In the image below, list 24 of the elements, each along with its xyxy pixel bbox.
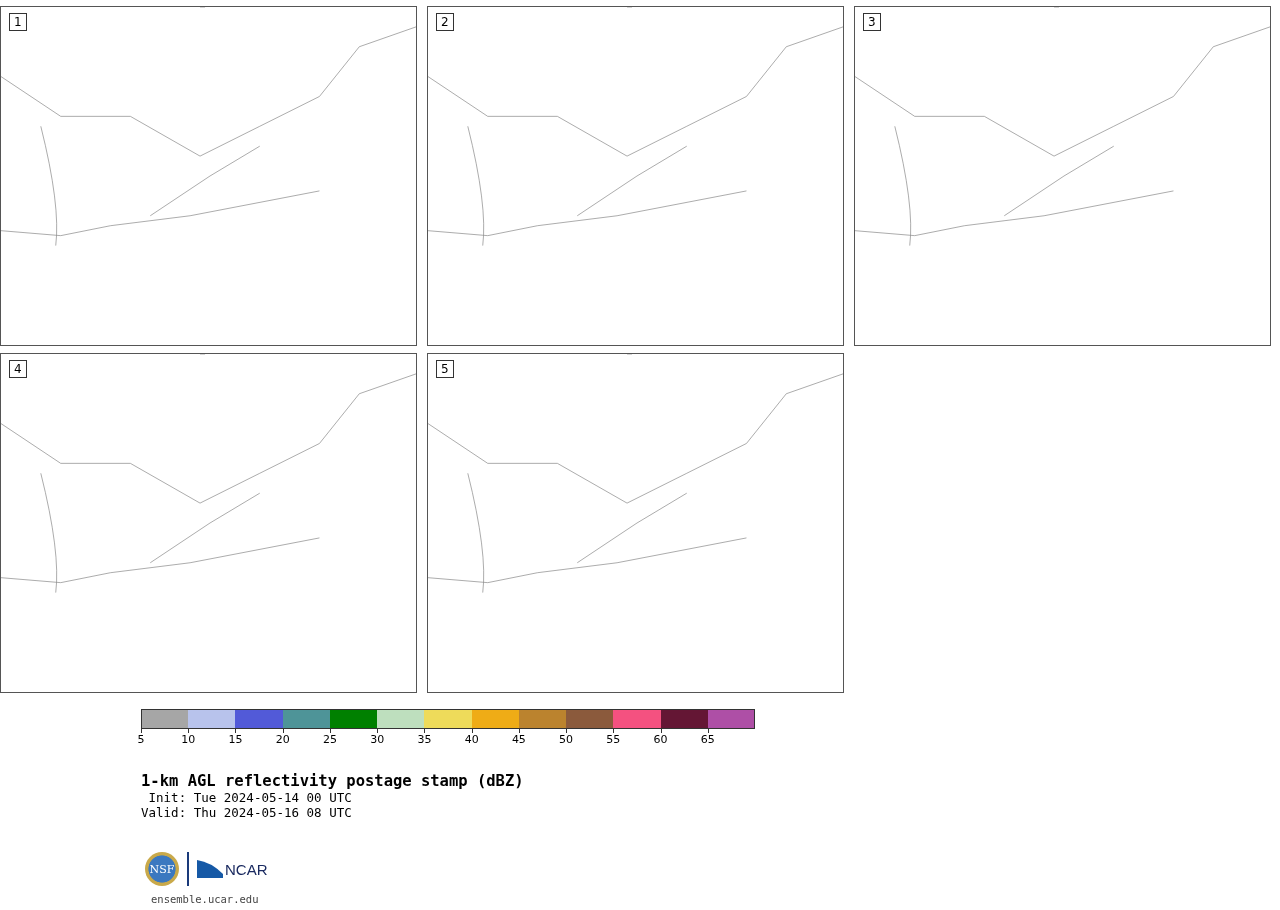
valid-time: Valid: Thu 2024-05-16 08 UTC <box>141 805 353 820</box>
panel-number: 2 <box>436 13 454 31</box>
ncar-logo: NCAR <box>197 860 268 878</box>
panel-number: 5 <box>436 360 454 378</box>
panel-number: 4 <box>9 360 27 378</box>
colorbar-tick-label: 50 <box>559 733 574 746</box>
nsf-logo: NSF <box>145 852 179 886</box>
colorbar-tick-label: 5 <box>137 733 145 746</box>
colorbar-tick-label: 10 <box>181 733 196 746</box>
colorbar-tick-label: 45 <box>511 733 526 746</box>
colorbar-tick-label: 30 <box>370 733 385 746</box>
colorbar-tick-label: 25 <box>322 733 337 746</box>
website-url: ensemble.ucar.edu <box>151 893 260 905</box>
colorbar-tick-label: 65 <box>700 733 715 746</box>
panel-number: 3 <box>863 13 881 31</box>
colorbar-tick-label: 55 <box>606 733 621 746</box>
colorbar-tick-label: 20 <box>275 733 290 746</box>
colorbar-tick-label: 40 <box>464 733 479 746</box>
colorbar-tick-label: 15 <box>228 733 243 746</box>
chart-title: 1-km AGL reflectivity postage stamp (dBZ) <box>141 772 525 790</box>
colorbar-tick-label: 60 <box>653 733 668 746</box>
init-time: Init: Tue 2024-05-14 00 UTC <box>147 790 353 805</box>
panel-number: 1 <box>9 13 27 31</box>
colorbar-tick-label: 35 <box>417 733 432 746</box>
